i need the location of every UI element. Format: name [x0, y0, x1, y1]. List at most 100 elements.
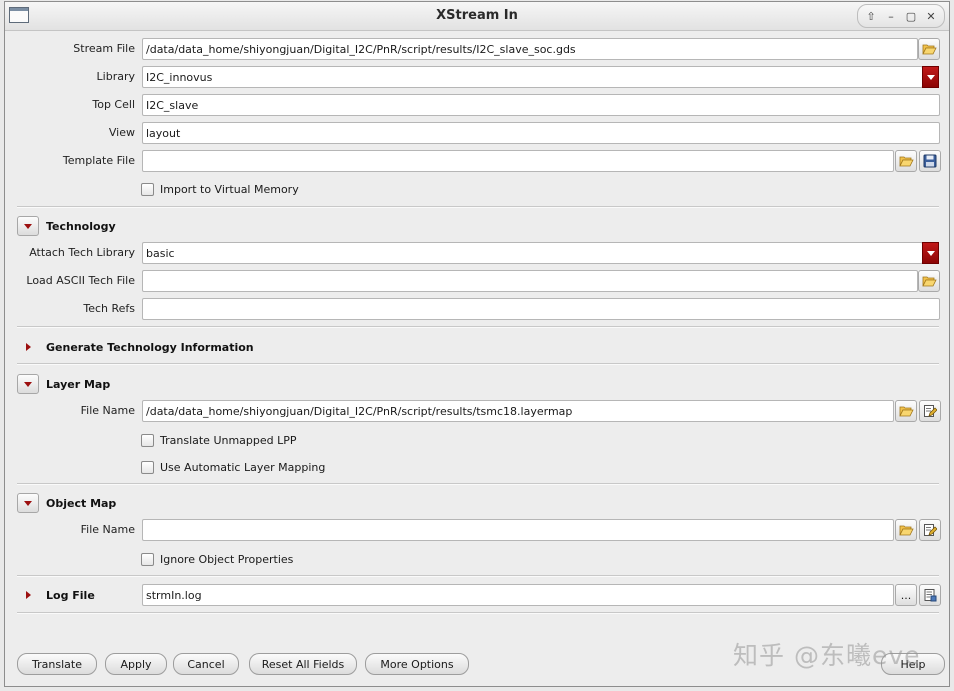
- template-file-input[interactable]: [142, 150, 894, 172]
- library-label: Library: [96, 70, 135, 83]
- ignore-object-properties-label: Ignore Object Properties: [160, 552, 294, 566]
- watermark: 知乎 @东曦eve: [733, 641, 921, 670]
- layer-map-section-title: Layer Map: [46, 377, 111, 391]
- edit-file-icon: [924, 524, 937, 536]
- attach-tech-library-row: Attach Tech Library basic: [17, 242, 939, 264]
- use-auto-layer-mapping-label: Use Automatic Layer Mapping: [160, 460, 326, 474]
- stream-file-browse-button[interactable]: [918, 38, 940, 60]
- layer-map-browse-button[interactable]: [895, 400, 917, 422]
- window-title: XStream In: [436, 8, 518, 23]
- object-map-section-title: Object Map: [46, 496, 117, 510]
- object-map-file-row: File Name: [17, 519, 941, 541]
- object-map-file-input[interactable]: [142, 519, 894, 541]
- technology-collapse-toggle[interactable]: [17, 216, 39, 236]
- generate-tech-info-section-title: Generate Technology Information: [46, 340, 254, 354]
- log-file-browse-button[interactable]: ...: [895, 584, 917, 606]
- load-ascii-tech-file-input[interactable]: [142, 270, 918, 292]
- translate-button[interactable]: Translate: [17, 653, 97, 675]
- translate-unmapped-lpp-label: Translate Unmapped LPP: [160, 433, 297, 447]
- maximize-icon[interactable]: ▢: [902, 7, 920, 25]
- use-auto-layer-mapping-checkbox[interactable]: [141, 460, 154, 474]
- generate-tech-info-expand-toggle[interactable]: [17, 337, 39, 357]
- template-file-label: Template File: [62, 154, 135, 167]
- library-row: Library I2C_innovus: [17, 66, 939, 88]
- technology-section-title: Technology: [46, 219, 116, 233]
- view-input[interactable]: layout: [142, 122, 940, 144]
- tech-refs-label: Tech Refs: [83, 302, 135, 315]
- layer-map-section-header[interactable]: Layer Map: [17, 373, 110, 395]
- import-virtual-memory-checkbox[interactable]: [141, 182, 154, 196]
- folder-open-icon: [898, 156, 914, 167]
- log-file-icon: [924, 589, 937, 602]
- reset-all-fields-button[interactable]: Reset All Fields: [249, 653, 357, 675]
- chevron-down-icon: [24, 500, 32, 506]
- library-dropdown-arrow[interactable]: [922, 66, 939, 88]
- divider: [17, 575, 939, 577]
- chevron-down-icon: [24, 381, 32, 387]
- object-map-file-label: File Name: [80, 523, 135, 536]
- object-map-edit-button[interactable]: [919, 519, 941, 541]
- folder-open-icon: [921, 276, 937, 287]
- layer-map-file-input[interactable]: /data/data_home/shiyongjuan/Digital_I2C/…: [142, 400, 894, 422]
- attach-tech-library-dropdown[interactable]: basic: [142, 242, 923, 264]
- log-file-row: strmIn.log ...: [17, 584, 941, 606]
- minimize-icon[interactable]: –: [882, 7, 900, 25]
- edit-file-icon: [924, 405, 937, 417]
- object-map-browse-button[interactable]: [895, 519, 917, 541]
- stream-file-label: Stream File: [73, 42, 135, 55]
- divider: [17, 483, 939, 485]
- layer-map-file-row: File Name /data/data_home/shiyongjuan/Di…: [17, 400, 941, 422]
- floppy-disk-icon: [923, 154, 937, 168]
- folder-open-icon: [898, 525, 914, 536]
- technology-section-header[interactable]: Technology: [17, 215, 116, 237]
- view-label: View: [108, 126, 135, 139]
- template-file-browse-button[interactable]: [895, 150, 917, 172]
- view-row: View layout: [17, 122, 940, 144]
- tech-refs-input[interactable]: [142, 298, 940, 320]
- xstream-in-dialog: XStream In ⇧ – ▢ ✕ Stream File /data/dat…: [4, 1, 950, 687]
- translate-unmapped-lpp-checkbox[interactable]: [141, 433, 154, 447]
- top-cell-row: Top Cell I2C_slave: [17, 94, 940, 116]
- close-icon[interactable]: ✕: [922, 7, 940, 25]
- attach-tech-library-dropdown-arrow[interactable]: [922, 242, 939, 264]
- folder-open-icon: [898, 406, 914, 417]
- ignore-object-properties-checkbox-row[interactable]: Ignore Object Properties: [141, 551, 293, 567]
- apply-button[interactable]: Apply: [105, 653, 167, 675]
- divider: [17, 612, 939, 614]
- template-file-save-button[interactable]: [919, 150, 941, 172]
- load-ascii-tech-file-browse-button[interactable]: [918, 270, 940, 292]
- more-options-button[interactable]: More Options: [365, 653, 469, 675]
- shade-icon[interactable]: ⇧: [862, 7, 880, 25]
- chevron-right-icon: [25, 343, 31, 351]
- import-virtual-memory-checkbox-row[interactable]: Import to Virtual Memory: [141, 181, 299, 197]
- top-cell-input[interactable]: I2C_slave: [142, 94, 940, 116]
- top-cell-label: Top Cell: [92, 98, 135, 111]
- cancel-button[interactable]: Cancel: [173, 653, 239, 675]
- generate-tech-info-section-header[interactable]: Generate Technology Information: [17, 336, 254, 358]
- chevron-down-icon: [24, 223, 32, 229]
- divider: [17, 326, 939, 328]
- layer-map-collapse-toggle[interactable]: [17, 374, 39, 394]
- use-auto-layer-mapping-checkbox-row[interactable]: Use Automatic Layer Mapping: [141, 459, 325, 475]
- divider: [17, 363, 939, 365]
- import-virtual-memory-label: Import to Virtual Memory: [160, 182, 299, 196]
- log-file-input[interactable]: strmIn.log: [142, 584, 894, 606]
- window-controls: ⇧ – ▢ ✕: [857, 4, 945, 28]
- load-ascii-tech-file-label: Load ASCII Tech File: [26, 274, 135, 287]
- ignore-object-properties-checkbox[interactable]: [141, 552, 154, 566]
- tech-refs-row: Tech Refs: [17, 298, 940, 320]
- layer-map-file-label: File Name: [80, 404, 135, 417]
- object-map-collapse-toggle[interactable]: [17, 493, 39, 513]
- attach-tech-library-label: Attach Tech Library: [29, 246, 135, 259]
- translate-unmapped-lpp-checkbox-row[interactable]: Translate Unmapped LPP: [141, 432, 297, 448]
- stream-file-input[interactable]: /data/data_home/shiyongjuan/Digital_I2C/…: [142, 38, 918, 60]
- load-ascii-tech-file-row: Load ASCII Tech File: [17, 270, 940, 292]
- library-dropdown[interactable]: I2C_innovus: [142, 66, 923, 88]
- title-bar[interactable]: XStream In ⇧ – ▢ ✕: [5, 2, 949, 31]
- folder-open-icon: [921, 44, 937, 55]
- object-map-section-header[interactable]: Object Map: [17, 492, 116, 514]
- divider: [17, 206, 939, 208]
- template-file-row: Template File: [17, 150, 941, 172]
- layer-map-edit-button[interactable]: [919, 400, 941, 422]
- log-file-view-button[interactable]: [919, 584, 941, 606]
